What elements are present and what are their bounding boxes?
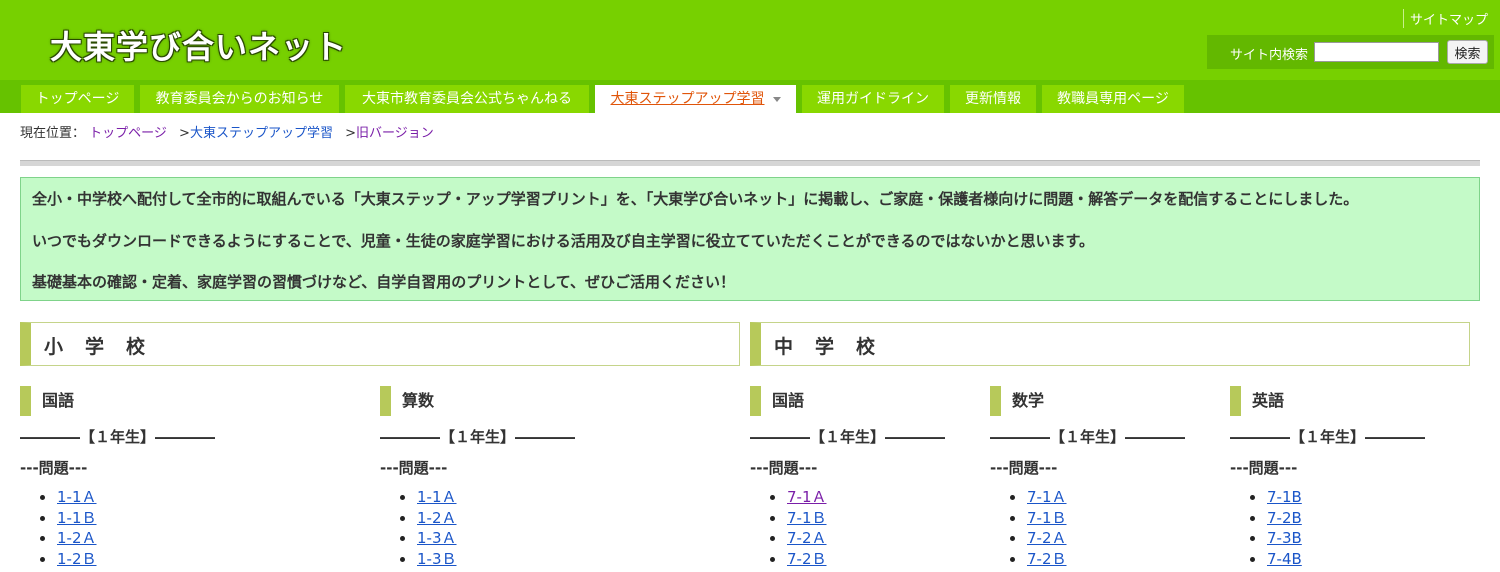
worksheet-list: 7-1B 7-2B 7-3B 7-4B <box>1230 487 1460 569</box>
grade-heading: ――――【１年生】―――― <box>20 428 216 446</box>
worksheet-link[interactable]: 7-4B <box>1267 550 1302 568</box>
worksheet-link[interactable]: 7-2Ａ <box>1027 529 1067 547</box>
search-button[interactable]: 検索 <box>1447 40 1488 64</box>
section-title-elementary: 小学校 <box>44 336 168 358</box>
worksheet-link[interactable]: 7-1Ｂ <box>787 509 827 527</box>
subject-column-junior-english: 英語 ――――【１年生】―――― ---問題--- 7-1B 7-2B 7-3B… <box>1230 386 1460 569</box>
breadcrumb-link-top[interactable]: トップページ <box>89 126 167 141</box>
problems-label: ---問題--- <box>990 459 1058 477</box>
subject-title: 数学 <box>990 386 1220 416</box>
subject-column-junior-japanese: 国語 ――――【１年生】―――― ---問題--- 7-1Ａ 7-1Ｂ 7-2Ａ… <box>750 386 980 569</box>
worksheet-link[interactable]: 1-2Ｂ <box>57 550 97 568</box>
worksheet-list: 7-1Ａ 7-1Ｂ 7-2Ａ 7-2Ｂ <box>990 487 1220 569</box>
list-item: 1-2Ｂ <box>20 549 250 570</box>
list-item: 1-3Ｂ <box>380 549 610 570</box>
subject-title: 算数 <box>380 386 610 416</box>
grade-heading: ――――【１年生】―――― <box>750 428 946 446</box>
subject-title: 国語 <box>750 386 980 416</box>
section-junior-high: 中学校 <box>750 322 1470 366</box>
chevron-down-icon[interactable] <box>772 96 781 102</box>
worksheet-link[interactable]: 7-1Ａ <box>787 488 827 506</box>
breadcrumb-link-old-version[interactable]: 旧バージョン <box>356 126 434 141</box>
breadcrumb: 現在位置： トップページ >大東ステップアップ学習 >旧バージョン <box>20 122 434 141</box>
section-elementary: 小学校 <box>20 322 740 366</box>
list-item: 7-1Ｂ <box>750 508 980 529</box>
worksheet-link[interactable]: 1-1Ａ <box>417 488 457 506</box>
global-nav: トップページ 教育委員会からのお知らせ 大東市教育委員会公式ちゃんねる 大東ステ… <box>0 80 1500 113</box>
worksheet-link[interactable]: 7-2Ａ <box>787 529 827 547</box>
subject-column-elementary-math: 算数 ――――【１年生】―――― ---問題--- 1-1Ａ 1-2Ａ 1-3Ａ… <box>380 386 610 569</box>
list-item: 7-1Ａ <box>990 487 1220 508</box>
subject-title: 国語 <box>20 386 250 416</box>
list-item: 7-2Ａ <box>750 528 980 549</box>
worksheet-link[interactable]: 7-2Ｂ <box>1027 550 1067 568</box>
nav-item-official-channel[interactable]: 大東市教育委員会公式ちゃんねる <box>345 85 589 113</box>
worksheet-link[interactable]: 1-2Ａ <box>57 529 97 547</box>
worksheet-link[interactable]: 7-2Ｂ <box>787 550 827 568</box>
site-search-box: サイト内検索 検索 <box>1207 35 1494 69</box>
worksheet-link[interactable]: 1-1Ｂ <box>57 509 97 527</box>
worksheet-link[interactable]: 1-2Ａ <box>417 509 457 527</box>
notice-line-3: 基礎基本の確認・定着、家庭学習の習慣づけなど、自学自習用のプリントとして、ぜひご… <box>32 273 736 291</box>
subject-column-elementary-japanese: 国語 ――――【１年生】―――― ---問題--- 1-1Ａ 1-1Ｂ 1-2Ａ… <box>20 386 250 569</box>
worksheet-link[interactable]: 7-3B <box>1267 529 1302 547</box>
worksheet-link[interactable]: 1-3Ａ <box>417 529 457 547</box>
search-label: サイト内検索 <box>1230 48 1309 63</box>
grade-heading: ――――【１年生】―――― <box>1230 428 1426 446</box>
list-item: 7-2B <box>1230 508 1460 529</box>
problems-label: ---問題--- <box>1230 459 1298 477</box>
grade-heading: ――――【１年生】―――― <box>990 428 1186 446</box>
list-item: 7-3B <box>1230 528 1460 549</box>
worksheet-link[interactable]: 7-2B <box>1267 509 1302 527</box>
worksheet-list: 1-1Ａ 1-1Ｂ 1-2Ａ 1-2Ｂ <box>20 487 250 569</box>
content-divider <box>20 160 1480 166</box>
worksheet-list: 1-1Ａ 1-2Ａ 1-3Ａ 1-3Ｂ <box>380 487 610 569</box>
worksheet-link[interactable]: 7-1Ａ <box>1027 488 1067 506</box>
list-item: 1-1Ａ <box>380 487 610 508</box>
list-item: 1-2Ａ <box>380 508 610 529</box>
worksheet-list: 7-1Ａ 7-1Ｂ 7-2Ａ 7-2Ｂ <box>750 487 980 569</box>
list-item: 7-1Ｂ <box>990 508 1220 529</box>
list-item: 7-2Ａ <box>990 528 1220 549</box>
list-item: 7-1Ａ <box>750 487 980 508</box>
notice-line-1: 全小・中学校へ配付して全市的に取組んでいる「大東ステップ・アップ学習プリント」を… <box>32 190 1359 208</box>
breadcrumb-separator: > <box>345 126 357 141</box>
nav-item-step-up[interactable]: 大東ステップアップ学習 <box>595 85 796 113</box>
worksheet-link[interactable]: 7-1B <box>1267 488 1302 506</box>
list-item: 1-3Ａ <box>380 528 610 549</box>
nav-item-updates[interactable]: 更新情報 <box>950 85 1036 113</box>
subject-title: 英語 <box>1230 386 1460 416</box>
problems-label: ---問題--- <box>750 459 818 477</box>
sitemap-link[interactable]: サイトマップ <box>1402 9 1488 28</box>
nav-item-board-news[interactable]: 教育委員会からのお知らせ <box>140 85 339 113</box>
breadcrumb-prefix: 現在位置： <box>20 126 86 141</box>
list-item: 7-2Ｂ <box>990 549 1220 570</box>
subject-column-junior-math: 数学 ――――【１年生】―――― ---問題--- 7-1Ａ 7-1Ｂ 7-2Ａ… <box>990 386 1220 569</box>
breadcrumb-link-step-up[interactable]: 大東ステップアップ学習 <box>190 126 333 141</box>
worksheet-link[interactable]: 1-1Ａ <box>57 488 97 506</box>
problems-label: ---問題--- <box>380 459 448 477</box>
worksheet-link[interactable]: 1-3Ｂ <box>417 550 457 568</box>
search-input[interactable] <box>1314 42 1439 62</box>
nav-item-top[interactable]: トップページ <box>21 85 134 113</box>
list-item: 1-2Ａ <box>20 528 250 549</box>
list-item: 7-1B <box>1230 487 1460 508</box>
nav-item-guideline[interactable]: 運用ガイドライン <box>802 85 944 113</box>
nav-item-step-up-label: 大東ステップアップ学習 <box>610 91 765 107</box>
grade-heading: ――――【１年生】―――― <box>380 428 576 446</box>
list-item: 1-1Ａ <box>20 487 250 508</box>
breadcrumb-separator: > <box>179 126 190 141</box>
intro-notice: 全小・中学校へ配付して全市的に取組んでいる「大東ステップ・アップ学習プリント」を… <box>20 177 1480 301</box>
section-title-junior-high: 中学校 <box>774 336 898 358</box>
worksheet-link[interactable]: 7-1Ｂ <box>1027 509 1067 527</box>
problems-label: ---問題--- <box>20 459 88 477</box>
nav-item-staff[interactable]: 教職員専用ページ <box>1042 85 1184 113</box>
list-item: 7-2Ｂ <box>750 549 980 570</box>
list-item: 7-4B <box>1230 549 1460 570</box>
site-logo-title[interactable]: 大東学び合いネット <box>50 22 347 68</box>
notice-line-2: いつでもダウンロードできるようにすることで、児童・生徒の家庭学習における活用及び… <box>32 232 1095 250</box>
list-item: 1-1Ｂ <box>20 508 250 529</box>
site-header: 大東学び合いネット サイトマップ サイト内検索 検索 <box>0 0 1500 80</box>
